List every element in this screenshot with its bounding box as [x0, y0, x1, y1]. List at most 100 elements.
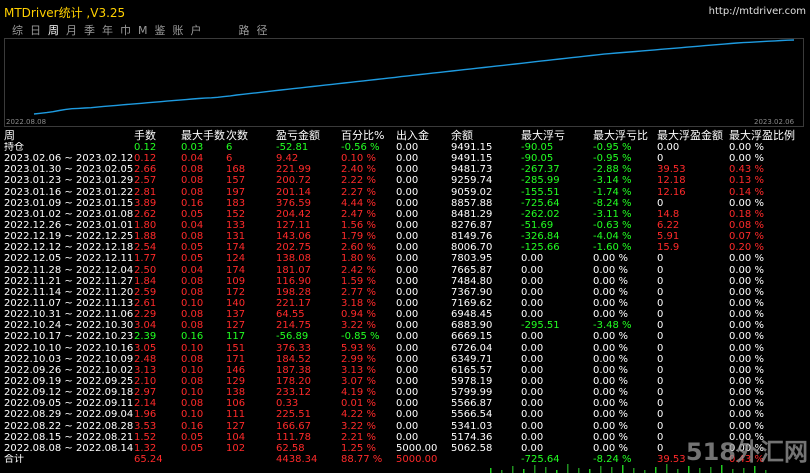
period-cell: 2022.10.31 ~ 2022.11.06	[4, 309, 134, 321]
cell-4: 116.90	[276, 275, 311, 287]
table-row[interactable]: 2022.10.24 ~ 2022.10.30 3.04 0.08 127 214.75…	[4, 320, 810, 331]
cell-1: 2.50	[134, 264, 157, 276]
period-cell: 2023.01.02 ~ 2023.01.08	[4, 208, 134, 220]
cell-5: 4.44 %	[341, 197, 376, 209]
table-row[interactable]: 2022.11.21 ~ 2022.11.27 1.84 0.08 109 116.90…	[4, 276, 810, 287]
cell-10: 0	[657, 398, 664, 410]
volume-tick	[589, 469, 591, 473]
holding-row[interactable]: 持仓 0.12 0.03 6 -52.81 -0.56 % 0.00 9491.15 -90.0…	[4, 142, 810, 153]
volume-tick	[633, 468, 635, 473]
table-row[interactable]: 2022.11.28 ~ 2022.12.04 2.50 0.04 174 181.07…	[4, 265, 810, 276]
cell-5: 0.01 %	[341, 398, 376, 410]
cell-1: 0.12	[134, 153, 157, 165]
table-row[interactable]: 2022.10.03 ~ 2022.10.09 2.48 0.08 171 184.52…	[4, 354, 810, 365]
table-row[interactable]: 2023.01.30 ~ 2023.02.05 2.66 0.08 168 221.99…	[4, 164, 810, 175]
cell-6: 0.00	[396, 286, 419, 298]
table-row[interactable]: 2022.10.31 ~ 2022.11.06 2.29 0.08 137 64.55 0…	[4, 309, 810, 320]
cell-11: 0.00 %	[729, 331, 764, 343]
cell-8: 0.00	[521, 387, 544, 399]
cell-4: 111.78	[276, 431, 311, 443]
cell-4: 201.14	[276, 186, 311, 198]
cell-4: 166.67	[276, 420, 311, 432]
tab-1[interactable]: 日	[30, 24, 41, 38]
table-row[interactable]: 2022.09.26 ~ 2022.10.02 3.13 0.10 146 187.38…	[4, 365, 810, 376]
cell-6: 5000.00	[396, 442, 438, 454]
cell-1: 2.10	[134, 376, 157, 388]
tab-10[interactable]: 户	[191, 24, 202, 38]
table-row[interactable]: 2023.02.06 ~ 2023.02.12 0.12 0.04 6 9.42 0.10…	[4, 153, 810, 164]
cell-9: -4.04 %	[593, 231, 632, 243]
cell-3: 138	[226, 387, 246, 399]
cell-5: 2.99 %	[341, 353, 376, 365]
cell-2: 0.04	[181, 264, 204, 276]
table-row[interactable]: 2022.11.07 ~ 2022.11.13 2.61 0.10 140 221.17…	[4, 298, 810, 309]
tab-6[interactable]: 巾	[120, 24, 131, 38]
cell-1: 1.77	[134, 253, 157, 265]
cell-9: 0.00 %	[593, 309, 628, 321]
volume-tick	[534, 465, 536, 473]
table-row[interactable]: 2022.11.14 ~ 2022.11.20 2.59 0.08 172 198.28…	[4, 287, 810, 298]
table-row[interactable]: 2023.01.02 ~ 2023.01.08 2.62 0.05 152 204.42…	[4, 209, 810, 220]
tab-7[interactable]: M	[138, 24, 148, 38]
period-cell: 2022.09.12 ~ 2022.09.18	[4, 387, 134, 399]
table-row[interactable]: 2022.08.22 ~ 2022.08.28 3.53 0.16 127 166.67…	[4, 421, 810, 432]
cell-4: 233.12	[276, 387, 311, 399]
table-row[interactable]: 2023.01.16 ~ 2023.01.22 2.81 0.08 197 201.14…	[4, 187, 810, 198]
cell-7: 6165.57	[451, 364, 493, 376]
cell-6: 0.00	[396, 298, 419, 310]
table-row[interactable]: 2022.09.12 ~ 2022.09.18 2.97 0.10 138 233.12…	[4, 387, 810, 398]
website-link[interactable]: http://mtdriver.com	[709, 6, 806, 17]
tab-4[interactable]: 季	[84, 24, 95, 38]
tab-2[interactable]: 周	[48, 24, 59, 38]
cell-9: 0.00 %	[593, 420, 628, 432]
table-row[interactable]: 2022.12.26 ~ 2023.01.01 1.80 0.04 133 127.11…	[4, 220, 810, 231]
period-cell: 2022.09.26 ~ 2022.10.02	[4, 364, 134, 376]
tab-0[interactable]: 综	[12, 24, 23, 38]
period-tabs: 综日周月季年巾M鉴账户 路径	[12, 24, 275, 38]
table-row[interactable]: 2022.12.05 ~ 2022.12.11 1.77 0.05 124 138.08…	[4, 253, 810, 264]
cell-7: 8149.76	[451, 231, 493, 243]
cell-5: 3.22 %	[341, 320, 376, 332]
cell-2: 0.05	[181, 442, 204, 454]
chart-x-end-label: 2023.02.06	[754, 118, 795, 126]
cell-2: 0.10	[181, 364, 204, 376]
volume-tick	[490, 468, 492, 473]
tab-9[interactable]: 账	[173, 24, 184, 38]
site-watermark: 518外汇网	[685, 438, 808, 466]
period-cell: 2022.08.29 ~ 2022.09.04	[4, 409, 134, 421]
cell-2: 0.10	[181, 342, 204, 354]
cell-4: 202.75	[276, 242, 311, 254]
table-row[interactable]: 2023.01.23 ~ 2023.01.29 2.57 0.08 157 200.72…	[4, 175, 810, 186]
table-row[interactable]: 2023.01.09 ~ 2023.01.15 3.89 0.16 183 376.59…	[4, 198, 810, 209]
cell-1: 1.96	[134, 409, 157, 421]
table-row[interactable]: 2022.09.05 ~ 2022.09.11 2.14 0.08 106 0.33 0.…	[4, 398, 810, 409]
cell-6: 0.00	[396, 164, 419, 176]
cell-7: 7169.62	[451, 298, 493, 310]
cell-1: 2.14	[134, 398, 157, 410]
tab-5[interactable]: 年	[102, 24, 113, 38]
table-row[interactable]: 2022.10.17 ~ 2022.10.23 2.39 0.16 117 -56.89…	[4, 331, 810, 342]
table-row[interactable]: 2022.10.10 ~ 2022.10.16 3.05 0.10 151 376.33…	[4, 343, 810, 354]
cell-1: 2.66	[134, 164, 157, 176]
cell-5: 2.22 %	[341, 175, 376, 187]
cell-11: 0.43 %	[729, 164, 764, 176]
cell-11: 0.00 %	[729, 298, 764, 310]
tab-11[interactable]: 路	[239, 24, 250, 38]
tab-8[interactable]: 鉴	[155, 24, 166, 38]
table-row[interactable]: 2022.08.29 ~ 2022.09.04 1.96 0.10 111 225.51…	[4, 409, 810, 420]
table-row[interactable]: 2022.12.12 ~ 2022.12.18 2.54 0.05 174 202.75…	[4, 242, 810, 253]
table-row[interactable]: 2022.09.19 ~ 2022.09.25 2.10 0.08 129 178.20…	[4, 376, 810, 387]
tab-3[interactable]: 月	[66, 24, 77, 38]
cell-9: -1.60 %	[593, 242, 632, 254]
cell-10: 0	[657, 320, 664, 332]
cell-5: -0.85 %	[341, 331, 380, 343]
volume-tick	[710, 467, 712, 473]
tab-12[interactable]: 径	[257, 24, 268, 38]
period-cell: 2022.10.24 ~ 2022.10.30	[4, 320, 134, 332]
period-cell: 持仓	[4, 142, 24, 154]
cell-5: 0.94 %	[341, 309, 376, 321]
cell-3: 129	[226, 376, 246, 388]
table-row[interactable]: 2022.12.19 ~ 2022.12.25 1.88 0.08 131 143.06…	[4, 231, 810, 242]
chart-frame	[4, 38, 804, 127]
cell-7: 5341.03	[451, 420, 493, 432]
